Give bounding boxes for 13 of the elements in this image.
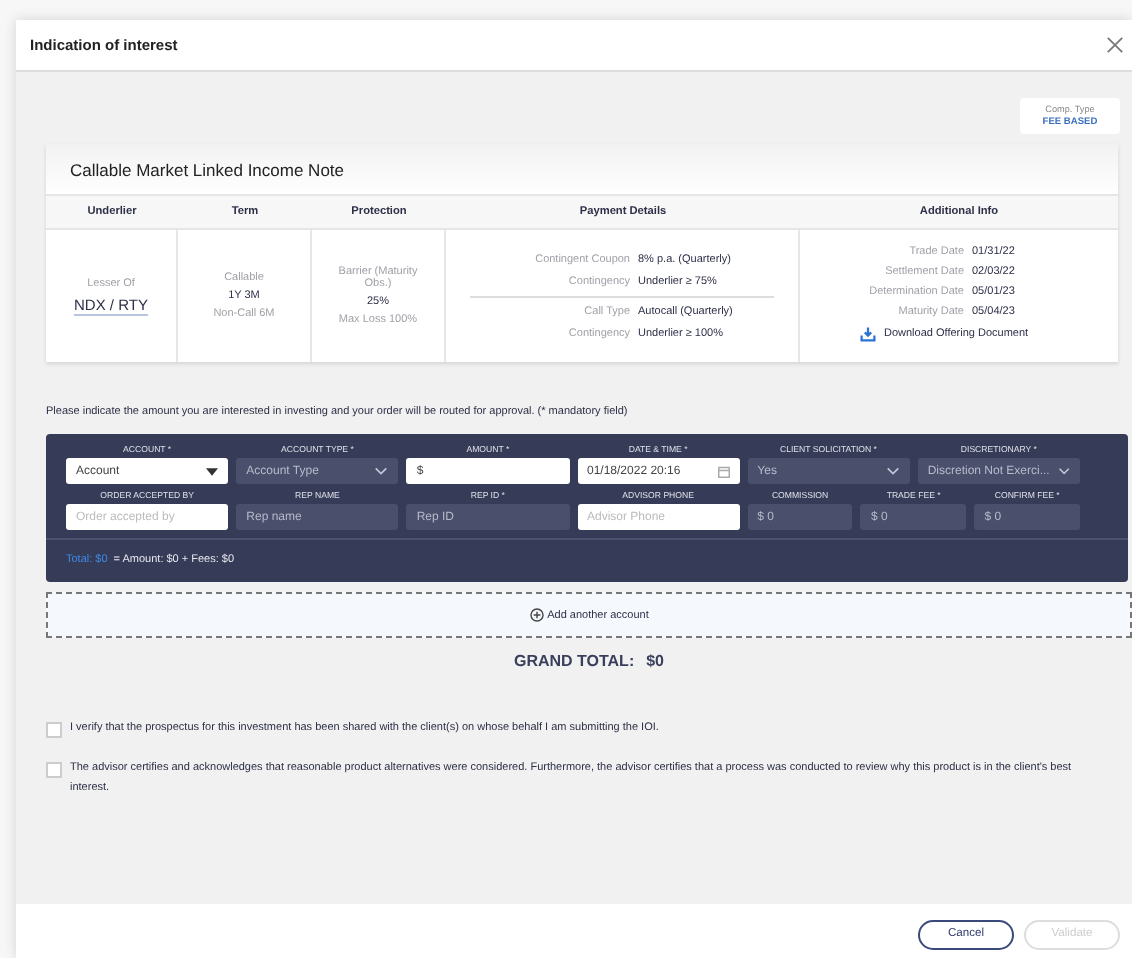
chevron-icon — [885, 466, 900, 476]
checkbox[interactable] — [46, 762, 62, 779]
download-icon — [860, 326, 876, 342]
chevron-icon — [374, 466, 389, 476]
grand-total-label: GRAND TOTAL: — [513, 652, 635, 670]
close-icon[interactable] — [1106, 36, 1124, 54]
checkbox[interactable] — [46, 722, 62, 738]
plus-circle-icon — [529, 608, 544, 622]
grand-total-value: $0 — [646, 652, 665, 670]
caret-icon — [206, 467, 219, 475]
calendar-icon — [717, 465, 730, 477]
product-title: Callable Market Linked Income Note — [46, 144, 1118, 196]
chevron-icon — [1057, 466, 1070, 476]
